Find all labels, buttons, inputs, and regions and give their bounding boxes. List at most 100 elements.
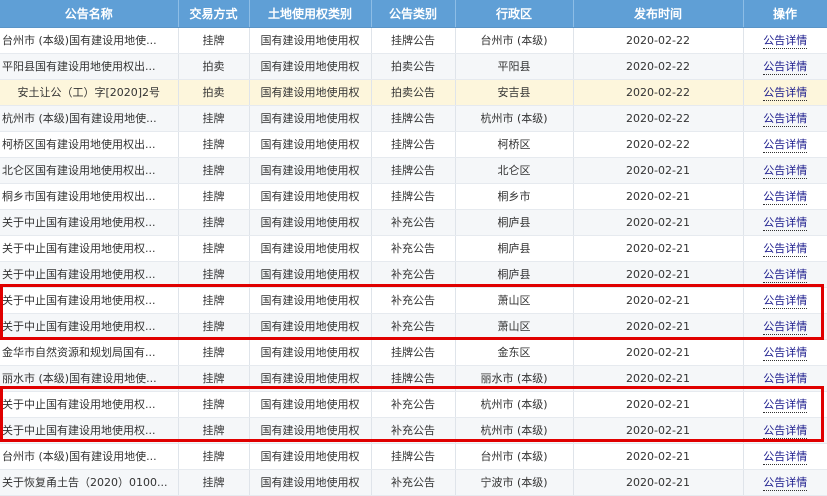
district: 桐庐县 bbox=[455, 209, 574, 236]
table-body: 台州市 (本级)国有建设用地使... 挂牌 国有建设用地使用权 挂牌公告 台州市 (本级… bbox=[0, 27, 827, 496]
publish-date: 2020-02-21 bbox=[573, 183, 744, 210]
detail-link[interactable]: 公告详情 bbox=[763, 294, 808, 309]
announcement-name: 关于恢复甬土告（2020）0100... bbox=[0, 469, 179, 496]
table-row[interactable]: 丽水市 (本级)国有建设用地使... 挂牌 国有建设用地使用权 挂牌公告 丽水市 (本级… bbox=[0, 365, 827, 392]
trade-mode: 挂牌 bbox=[178, 313, 250, 340]
trade-mode: 挂牌 bbox=[178, 365, 250, 392]
table-row[interactable]: 关于中止国有建设用地使用权... 挂牌 国有建设用地使用权 补充公告 杭州市 (本级) 2… bbox=[0, 391, 827, 418]
announcement-category: 挂牌公告 bbox=[371, 183, 456, 210]
detail-link[interactable]: 公告详情 bbox=[763, 346, 808, 361]
operation-cell: 公告详情 bbox=[743, 235, 827, 262]
operation-cell: 公告详情 bbox=[743, 53, 827, 80]
table-header-row: 公告名称 交易方式 土地使用权类别 公告类别 行政区 发布时间 操作 bbox=[0, 0, 827, 28]
announcement-name: 柯桥区国有建设用地使用权出... bbox=[0, 131, 179, 158]
district: 杭州市 (本级) bbox=[455, 105, 574, 132]
detail-link[interactable]: 公告详情 bbox=[763, 164, 808, 179]
detail-link[interactable]: 公告详情 bbox=[763, 216, 808, 231]
detail-link[interactable]: 公告详情 bbox=[763, 320, 808, 335]
operation-cell: 公告详情 bbox=[743, 313, 827, 340]
announcement-name: 关于中止国有建设用地使用权... bbox=[0, 261, 179, 288]
trade-mode: 挂牌 bbox=[178, 183, 250, 210]
operation-cell: 公告详情 bbox=[743, 287, 827, 314]
detail-link[interactable]: 公告详情 bbox=[763, 372, 808, 387]
detail-link[interactable]: 公告详情 bbox=[763, 60, 808, 75]
trade-mode: 挂牌 bbox=[178, 157, 250, 184]
detail-link[interactable]: 公告详情 bbox=[763, 450, 808, 465]
district: 柯桥区 bbox=[455, 131, 574, 158]
land-right-type: 国有建设用地使用权 bbox=[249, 27, 372, 54]
district: 萧山区 bbox=[455, 313, 574, 340]
trade-mode: 挂牌 bbox=[178, 209, 250, 236]
publish-date: 2020-02-21 bbox=[573, 469, 744, 496]
announcement-name: 金华市自然资源和规划局国有... bbox=[0, 339, 179, 366]
table-row[interactable]: 桐乡市国有建设用地使用权出... 挂牌 国有建设用地使用权 挂牌公告 桐乡市 2020-0… bbox=[0, 183, 827, 210]
district: 金东区 bbox=[455, 339, 574, 366]
publish-date: 2020-02-21 bbox=[573, 157, 744, 184]
table-row[interactable]: 关于中止国有建设用地使用权... 挂牌 国有建设用地使用权 补充公告 萧山区 2020-0… bbox=[0, 287, 827, 314]
detail-link[interactable]: 公告详情 bbox=[763, 268, 808, 283]
publish-date: 2020-02-22 bbox=[573, 27, 744, 54]
publish-date: 2020-02-21 bbox=[573, 365, 744, 392]
table-row[interactable]: 台州市 (本级)国有建设用地使... 挂牌 国有建设用地使用权 挂牌公告 台州市 (本级… bbox=[0, 443, 827, 470]
announcement-name: 关于中止国有建设用地使用权... bbox=[0, 391, 179, 418]
table-row[interactable]: 关于中止国有建设用地使用权... 挂牌 国有建设用地使用权 补充公告 杭州市 (本级) 2… bbox=[0, 417, 827, 444]
header-date: 发布时间 bbox=[573, 0, 744, 28]
land-right-type: 国有建设用地使用权 bbox=[249, 417, 372, 444]
table-row[interactable]: 台州市 (本级)国有建设用地使... 挂牌 国有建设用地使用权 挂牌公告 台州市 (本级… bbox=[0, 27, 827, 54]
table-row[interactable]: 柯桥区国有建设用地使用权出... 挂牌 国有建设用地使用权 挂牌公告 柯桥区 2020-0… bbox=[0, 131, 827, 158]
announcement-name: 丽水市 (本级)国有建设用地使... bbox=[0, 365, 179, 392]
table-row[interactable]: 北仑区国有建设用地使用权出... 挂牌 国有建设用地使用权 挂牌公告 北仑区 2020-0… bbox=[0, 157, 827, 184]
district: 萧山区 bbox=[455, 287, 574, 314]
table-row[interactable]: 关于中止国有建设用地使用权... 挂牌 国有建设用地使用权 补充公告 萧山区 2020-0… bbox=[0, 313, 827, 340]
publish-date: 2020-02-22 bbox=[573, 79, 744, 106]
detail-link[interactable]: 公告详情 bbox=[763, 476, 808, 491]
announcement-name: 安土让公（工）字[2020]2号 bbox=[0, 79, 179, 106]
header-category: 公告类别 bbox=[371, 0, 456, 28]
operation-cell: 公告详情 bbox=[743, 391, 827, 418]
operation-cell: 公告详情 bbox=[743, 27, 827, 54]
land-right-type: 国有建设用地使用权 bbox=[249, 313, 372, 340]
announcement-name: 关于中止国有建设用地使用权... bbox=[0, 313, 179, 340]
detail-link[interactable]: 公告详情 bbox=[763, 242, 808, 257]
publish-date: 2020-02-21 bbox=[573, 287, 744, 314]
publish-date: 2020-02-21 bbox=[573, 443, 744, 470]
land-right-type: 国有建设用地使用权 bbox=[249, 443, 372, 470]
announcement-category: 补充公告 bbox=[371, 417, 456, 444]
district: 安吉县 bbox=[455, 79, 574, 106]
table-row[interactable]: 杭州市 (本级)国有建设用地使... 挂牌 国有建设用地使用权 挂牌公告 杭州市 (本级… bbox=[0, 105, 827, 132]
district: 宁波市 (本级) bbox=[455, 469, 574, 496]
district: 台州市 (本级) bbox=[455, 443, 574, 470]
operation-cell: 公告详情 bbox=[743, 79, 827, 106]
table-row[interactable]: 关于中止国有建设用地使用权... 挂牌 国有建设用地使用权 补充公告 桐庐县 2020-0… bbox=[0, 261, 827, 288]
publish-date: 2020-02-22 bbox=[573, 105, 744, 132]
district: 桐庐县 bbox=[455, 261, 574, 288]
operation-cell: 公告详情 bbox=[743, 365, 827, 392]
detail-link[interactable]: 公告详情 bbox=[763, 424, 808, 439]
table-row[interactable]: 关于中止国有建设用地使用权... 挂牌 国有建设用地使用权 补充公告 桐庐县 2020-0… bbox=[0, 209, 827, 236]
detail-link[interactable]: 公告详情 bbox=[763, 190, 808, 205]
detail-link[interactable]: 公告详情 bbox=[763, 398, 808, 413]
table-row[interactable]: 关于中止国有建设用地使用权... 挂牌 国有建设用地使用权 补充公告 桐庐县 2020-0… bbox=[0, 235, 827, 262]
detail-link[interactable]: 公告详情 bbox=[763, 112, 808, 127]
announcement-category: 挂牌公告 bbox=[371, 105, 456, 132]
announcement-name: 关于中止国有建设用地使用权... bbox=[0, 287, 179, 314]
land-right-type: 国有建设用地使用权 bbox=[249, 339, 372, 366]
land-right-type: 国有建设用地使用权 bbox=[249, 209, 372, 236]
publish-date: 2020-02-21 bbox=[573, 209, 744, 236]
announcement-category: 补充公告 bbox=[371, 261, 456, 288]
announcement-category: 挂牌公告 bbox=[371, 339, 456, 366]
detail-link[interactable]: 公告详情 bbox=[763, 86, 808, 101]
publish-date: 2020-02-21 bbox=[573, 261, 744, 288]
announcement-category: 挂牌公告 bbox=[371, 131, 456, 158]
detail-link[interactable]: 公告详情 bbox=[763, 34, 808, 49]
publish-date: 2020-02-22 bbox=[573, 131, 744, 158]
announcement-name: 北仑区国有建设用地使用权出... bbox=[0, 157, 179, 184]
announcement-name: 关于中止国有建设用地使用权... bbox=[0, 209, 179, 236]
header-operation: 操作 bbox=[743, 0, 827, 28]
table-row[interactable]: 金华市自然资源和规划局国有... 挂牌 国有建设用地使用权 挂牌公告 金东区 2020-0… bbox=[0, 339, 827, 366]
table-row[interactable]: 平阳县国有建设用地使用权出... 拍卖 国有建设用地使用权 拍卖公告 平阳县 2020-0… bbox=[0, 53, 827, 80]
header-district: 行政区 bbox=[455, 0, 574, 28]
table-row[interactable]: 安土让公（工）字[2020]2号 拍卖 国有建设用地使用权 拍卖公告 安吉县 2020-0… bbox=[0, 79, 827, 106]
detail-link[interactable]: 公告详情 bbox=[763, 138, 808, 153]
table-row[interactable]: 关于恢复甬土告（2020）0100... 挂牌 国有建设用地使用权 补充公告 宁波市 (… bbox=[0, 469, 827, 496]
